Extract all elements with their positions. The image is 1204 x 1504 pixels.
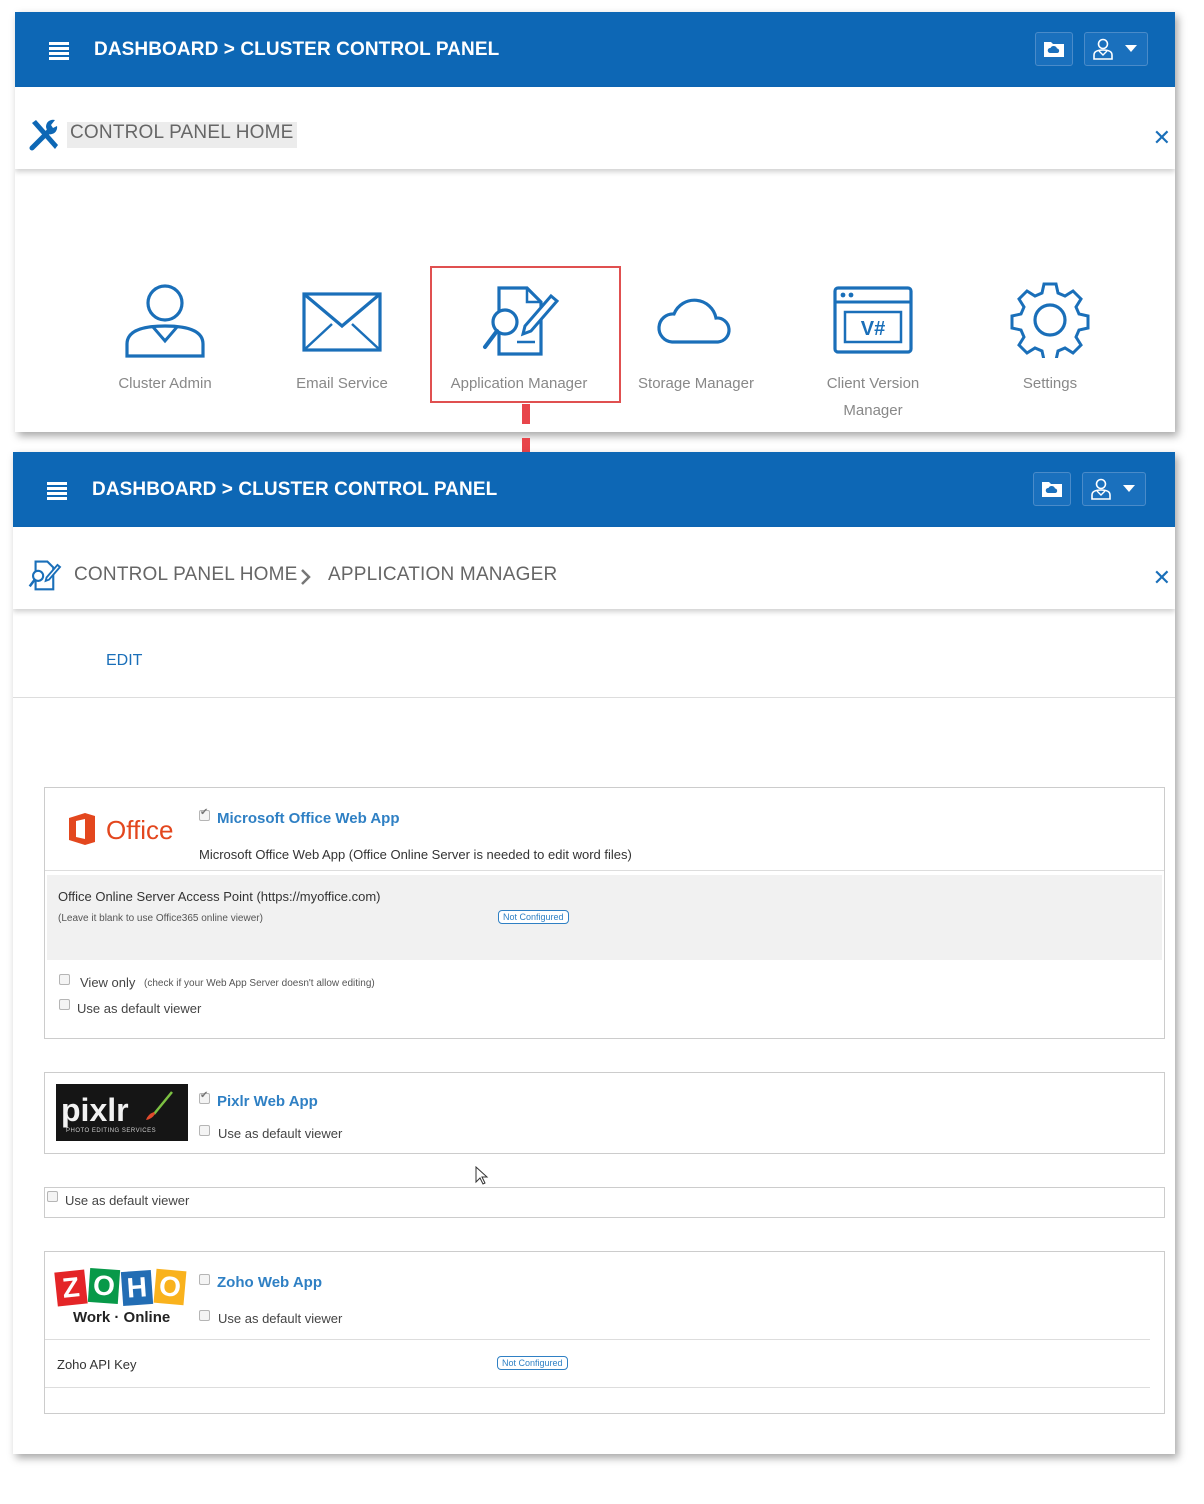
cloud-folder-icon — [1044, 42, 1064, 57]
breadcrumb-current: APPLICATION MANAGER — [328, 564, 558, 585]
pixlr-enable-checkbox[interactable] — [199, 1090, 210, 1104]
pixlr-app-title: Pixlr Web App — [217, 1093, 318, 1110]
pixlr-logo: pixlr PHOTO EDITING SERVICES — [56, 1084, 188, 1141]
control-panel-home-screen: DASHBOARD > CLUSTER CONTROL PANEL CONTRO… — [15, 12, 1175, 432]
extra-default-viewer-label: Use as default viewer — [65, 1193, 190, 1208]
zoho-app-title: Zoho Web App — [217, 1274, 322, 1291]
tile-storage-manager[interactable]: Storage Manager — [611, 282, 781, 397]
tile-label: Client Version Manager — [826, 375, 920, 419]
pixlr-logo-text: pixlr — [61, 1092, 129, 1128]
chevron-right-icon — [301, 569, 311, 585]
divider — [13, 697, 1175, 698]
office-logo-text: Office — [106, 815, 174, 845]
close-icon[interactable]: ✕ — [1153, 565, 1171, 591]
tile-label: Application Manager — [450, 375, 588, 392]
app-manager-icon — [483, 286, 560, 356]
breadcrumb-home[interactable]: CONTROL PANEL HOME — [67, 122, 297, 148]
view-only-hint: (check if your Web App Server doesn't al… — [144, 978, 375, 989]
user-menu-icon — [1093, 38, 1137, 60]
access-point-section: Office Online Server Access Point (https… — [47, 875, 1162, 960]
zoho-api-key-label: Zoho API Key — [57, 1357, 137, 1372]
pixlr-default-viewer-label: Use as default viewer — [218, 1126, 343, 1141]
view-only-label: View only — [80, 975, 136, 990]
close-icon[interactable]: ✕ — [1153, 125, 1171, 151]
office-default-viewer-label: Use as default viewer — [77, 1001, 202, 1016]
office-app-title: Microsoft Office Web App — [217, 810, 400, 827]
tile-label: Settings — [1022, 375, 1078, 392]
page-title: DASHBOARD > CLUSTER CONTROL PANEL — [94, 39, 500, 60]
zoho-logo-sub: Work · Online — [73, 1309, 171, 1326]
gear-icon — [1010, 282, 1090, 358]
tools-icon — [29, 119, 58, 151]
office-enable-checkbox[interactable] — [199, 807, 210, 821]
mouse-cursor-icon — [475, 1166, 489, 1185]
zoho-default-viewer-label: Use as default viewer — [218, 1311, 343, 1326]
svg-text:V#: V# — [861, 318, 885, 340]
user-menu-button[interactable] — [1082, 472, 1146, 506]
cloud-folder-button[interactable] — [1035, 32, 1073, 66]
pixlr-default-viewer-checkbox[interactable] — [199, 1125, 210, 1136]
hamburger-icon[interactable] — [49, 42, 69, 60]
breadcrumb-bar: CONTROL PANEL HOME APPLICATION MANAGER ✕ — [13, 527, 1175, 609]
version-icon: V# — [833, 286, 913, 354]
default-viewer-row: Use as default viewer — [44, 1187, 1165, 1218]
office-logo — [69, 813, 95, 845]
cloud-folder-button[interactable] — [1033, 472, 1071, 506]
envelope-icon — [302, 292, 382, 352]
access-point-hint: (Leave it blank to use Office365 online … — [58, 913, 263, 924]
pixlr-logo-sub: PHOTO EDITING SERVICES — [66, 1128, 157, 1134]
office-status-badge[interactable]: Not Configured — [498, 910, 569, 924]
access-point-label: Office Online Server Access Point (https… — [58, 889, 381, 904]
tile-settings[interactable]: Settings — [965, 282, 1135, 397]
application-manager-screen: DASHBOARD > CLUSTER CONTROL PANEL CONTRO… — [13, 452, 1175, 1454]
zoho-app-card: Z O H O Work · Online Zoho Web App Use a… — [44, 1251, 1165, 1414]
hamburger-icon[interactable] — [47, 482, 67, 500]
zoho-status-badge[interactable]: Not Configured — [497, 1356, 568, 1370]
pixlr-app-card: pixlr PHOTO EDITING SERVICES Pixlr Web A… — [44, 1072, 1165, 1154]
office-description: Microsoft Office Web App (Office Online … — [199, 847, 632, 862]
top-bar: DASHBOARD > CLUSTER CONTROL PANEL — [13, 452, 1175, 527]
edit-button[interactable]: EDIT — [106, 652, 142, 670]
page-title: DASHBOARD > CLUSTER CONTROL PANEL — [92, 479, 498, 500]
tile-client-version-manager[interactable]: V# Client Version Manager — [788, 282, 958, 424]
office-default-viewer-checkbox[interactable] — [59, 999, 70, 1010]
brush-icon — [146, 1091, 173, 1120]
office-app-card: Office Microsoft Office Web App Microsof… — [44, 787, 1165, 1039]
tile-cluster-admin[interactable]: Cluster Admin — [80, 282, 250, 397]
cloud-folder-icon — [1042, 482, 1062, 497]
tile-label: Email Service — [296, 375, 388, 392]
user-menu-button[interactable] — [1084, 32, 1148, 66]
zoho-enable-checkbox[interactable] — [199, 1274, 210, 1285]
top-bar: DASHBOARD > CLUSTER CONTROL PANEL — [15, 12, 1175, 87]
breadcrumb-home[interactable]: CONTROL PANEL HOME — [74, 564, 298, 586]
zoho-default-viewer-checkbox[interactable] — [199, 1310, 210, 1321]
zoho-logo: Z O H O Work · Online — [54, 1267, 191, 1329]
app-manager-small-icon — [28, 560, 62, 591]
user-menu-icon — [1091, 478, 1135, 500]
tile-application-manager[interactable]: Application Manager — [434, 282, 604, 397]
breadcrumb-bar: CONTROL PANEL HOME ✕ — [15, 87, 1175, 169]
cloud-icon — [657, 298, 731, 344]
tile-email-service[interactable]: Email Service — [257, 282, 427, 397]
view-only-checkbox[interactable] — [59, 974, 70, 985]
user-admin-icon — [125, 284, 205, 358]
extra-default-viewer-checkbox[interactable] — [47, 1191, 58, 1202]
tile-label: Storage Manager — [638, 375, 754, 392]
tile-label: Cluster Admin — [118, 375, 212, 392]
